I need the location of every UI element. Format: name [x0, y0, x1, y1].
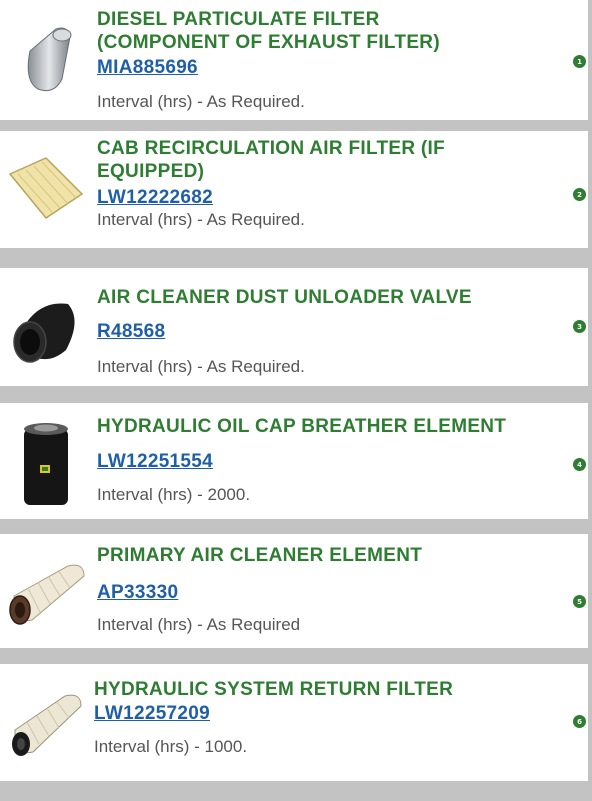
index-badge: 3: [573, 320, 586, 333]
item-title-line2: (COMPONENT OF EXHAUST FILTER): [97, 32, 440, 53]
interval-text: Interval (hrs) - As Required: [97, 615, 301, 634]
part-number-link[interactable]: LW12251554: [97, 450, 213, 473]
item-card-3: AIR CLEANER DUST UNLOADER VALVE R48568 I…: [0, 268, 588, 386]
return-filter-icon: [0, 674, 92, 774]
interval-text: Interval (hrs) - As Required.: [97, 92, 305, 111]
item-title: AIR CLEANER DUST UNLOADER VALVE: [97, 287, 472, 308]
index-badge: 2: [573, 188, 586, 201]
index-badge: 1: [573, 55, 586, 68]
index-badge: 5: [573, 595, 586, 608]
item-title: PRIMARY AIR CLEANER ELEMENT: [97, 545, 423, 566]
item-title: HYDRAULIC OIL CAP BREATHER ELEMENT: [97, 416, 507, 437]
item-title: CAB RECIRCULATION AIR FILTER (IF: [97, 138, 446, 159]
item-card-6: HYDRAULIC SYSTEM RETURN FILTER LW1225720…: [0, 664, 588, 781]
air-cleaner-element-icon: [0, 544, 92, 644]
item-title: DIESEL PARTICULATE FILTER: [97, 9, 380, 30]
interval-text: Interval (hrs) - 2000.: [97, 485, 251, 504]
part-number-link[interactable]: AP33330: [97, 581, 178, 604]
part-number-link[interactable]: R48568: [97, 320, 165, 343]
interval-text: Interval (hrs) - 1000.: [94, 737, 248, 756]
breather-filter-icon: [0, 413, 92, 513]
interval-text: Interval (hrs) - As Required.: [97, 210, 305, 229]
item-card-2: CAB RECIRCULATION AIR FILTER (IF EQUIPPE…: [0, 131, 588, 248]
item-title-line2: EQUIPPED): [97, 161, 205, 182]
cab-air-filter-icon: [0, 139, 92, 239]
part-number-link[interactable]: LW12257209: [94, 702, 210, 725]
item-card-4: HYDRAULIC OIL CAP BREATHER ELEMENT LW122…: [0, 403, 588, 519]
part-number-link[interactable]: LW12222682: [97, 186, 213, 209]
interval-text: Interval (hrs) - As Required.: [97, 357, 305, 376]
item-card-5: PRIMARY AIR CLEANER ELEMENT AP33330 Inte…: [0, 534, 588, 648]
item-card-1: DIESEL PARTICULATE FILTER (COMPONENT OF …: [0, 0, 588, 120]
item-title: HYDRAULIC SYSTEM RETURN FILTER: [94, 679, 454, 700]
dpf-filter-icon: [0, 14, 92, 110]
index-badge: 6: [573, 715, 586, 728]
index-badge: 4: [573, 458, 586, 471]
dust-valve-icon: [0, 280, 92, 380]
part-number-link[interactable]: MIA885696: [97, 56, 198, 79]
